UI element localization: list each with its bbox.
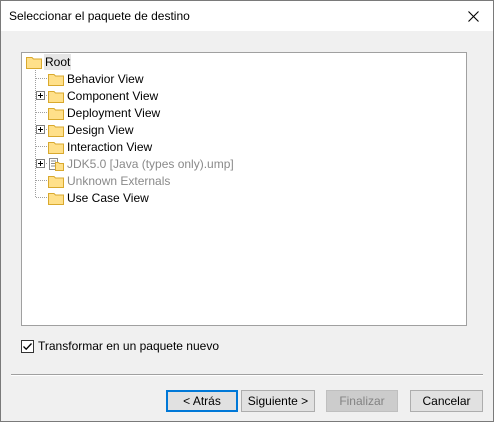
tree-item-root[interactable]: Root: [26, 54, 72, 70]
separator: [11, 374, 483, 376]
folder-icon: [48, 174, 64, 188]
transform-checkbox[interactable]: [21, 339, 34, 353]
tree-item-jdk[interactable]: JDK5.0 [Java (types only).ump]: [48, 156, 235, 172]
tree-item-label: Use Case View: [67, 191, 149, 205]
tree-item-label: Deployment View: [67, 106, 161, 120]
folder-icon: [48, 140, 64, 154]
folder-icon: [26, 55, 42, 69]
folder-icon: [48, 123, 64, 137]
folder-icon: [48, 89, 64, 103]
tree-item-label: Component View: [67, 89, 159, 103]
cancel-button[interactable]: Cancelar: [410, 390, 483, 412]
expand-toggle-jdk[interactable]: [36, 159, 45, 168]
folder-icon: [48, 191, 64, 205]
transform-label: Transformar en un paquete nuevo: [38, 339, 220, 353]
title-bar: Seleccionar el paquete de destino: [1, 1, 493, 31]
next-button[interactable]: Siguiente >: [241, 390, 315, 412]
tree-item-component-view[interactable]: Component View: [48, 88, 159, 104]
package-tree[interactable]: Root Behavior View Component View Deploy…: [21, 52, 467, 326]
expand-toggle-component-view[interactable]: [36, 91, 45, 100]
tree-item-label: Design View: [67, 123, 134, 137]
tree-item-label: Behavior View: [67, 72, 144, 86]
close-button[interactable]: [453, 1, 493, 31]
folder-icon: [48, 72, 64, 86]
finish-button[interactable]: Finalizar: [326, 390, 398, 412]
close-icon: [467, 10, 479, 22]
transform-option[interactable]: Transformar en un paquete nuevo: [21, 339, 219, 353]
library-package-icon: [48, 157, 64, 171]
checkmark-icon: [23, 342, 32, 350]
tree-item-behavior-view[interactable]: Behavior View: [48, 71, 145, 87]
tree-item-design-view[interactable]: Design View: [48, 122, 134, 138]
tree-item-label: Unknown Externals: [67, 174, 171, 188]
tree-item-label: Interaction View: [67, 140, 153, 154]
dialog-window: Seleccionar el paquete de destino Root B…: [0, 0, 494, 422]
tree-item-use-case-view[interactable]: Use Case View: [48, 190, 150, 206]
dialog-title: Seleccionar el paquete de destino: [9, 9, 190, 23]
tree-item-deployment-view[interactable]: Deployment View: [48, 105, 161, 121]
back-button[interactable]: < Atrás: [166, 390, 238, 412]
expand-toggle-design-view[interactable]: [36, 125, 45, 134]
folder-icon: [48, 106, 64, 120]
tree-item-unknown-externals[interactable]: Unknown Externals: [48, 173, 171, 189]
tree-item-interaction-view[interactable]: Interaction View: [48, 139, 153, 155]
tree-item-label: Root: [44, 54, 72, 70]
tree-item-label: JDK5.0 [Java (types only).ump]: [67, 157, 234, 171]
